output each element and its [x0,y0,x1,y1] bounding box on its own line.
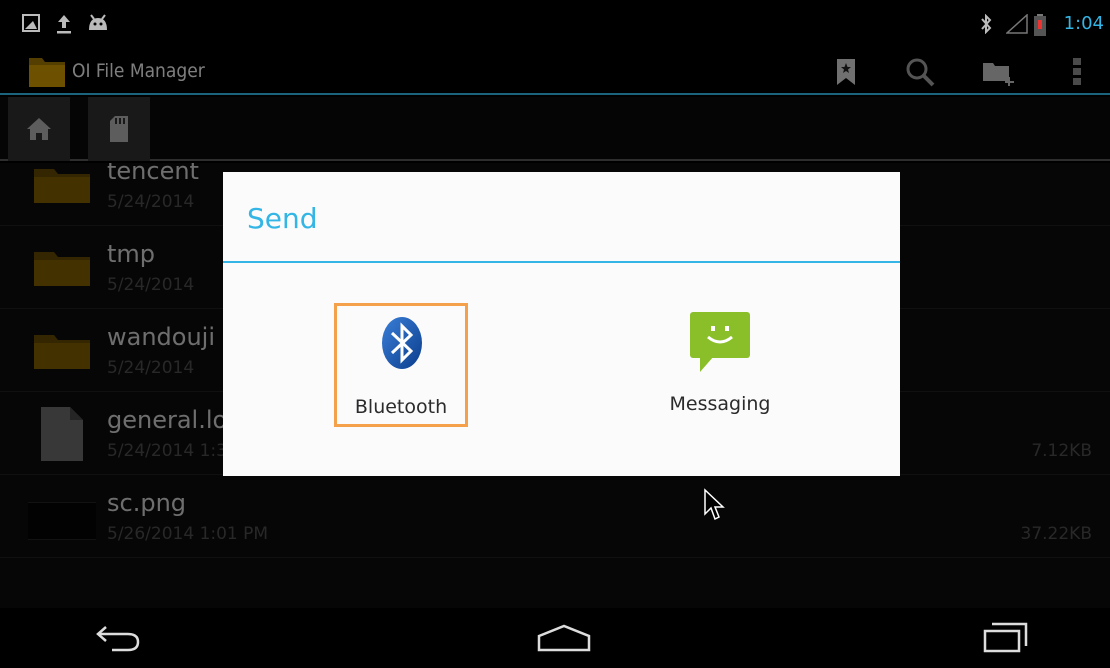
option-label: Bluetooth [354,396,448,418]
clock: 1:04 [1063,13,1104,34]
bluetooth-icon [382,317,422,369]
upload-icon [57,15,71,34]
send-dialog: Send Bluetooth Messaging [223,172,900,476]
navigation-bar [0,608,1110,668]
bluetooth-status-icon [981,14,992,34]
option-label: Messaging [669,393,771,415]
back-button[interactable] [78,618,158,658]
dialog-title: Send [247,202,318,235]
bluetooth-option[interactable]: Bluetooth [334,303,468,427]
messaging-icon [690,312,750,372]
recents-icon [983,622,1028,653]
messaging-option[interactable]: Messaging [653,303,787,427]
back-icon [96,626,140,652]
recents-button[interactable] [966,618,1046,658]
battery-low-icon [1034,14,1046,36]
android-icon [89,14,107,30]
screenshot-icon [22,14,40,32]
status-bar: 1:04 [0,0,1110,48]
dialog-divider [223,261,900,263]
home-nav-button[interactable] [524,618,604,658]
mouse-cursor-icon [704,488,725,521]
home-nav-icon [537,624,591,652]
signal-icon [1006,14,1028,34]
